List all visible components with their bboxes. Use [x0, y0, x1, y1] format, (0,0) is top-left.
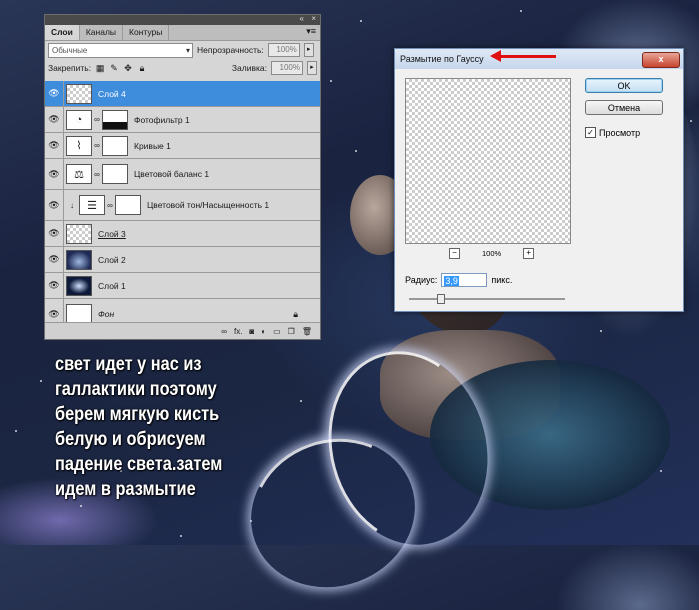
panel-tabs: Слои Каналы Контуры ▾≡: [45, 25, 320, 41]
layer-name: Фотофильтр 1: [134, 114, 190, 125]
fill-arrow-icon[interactable]: ▸: [307, 61, 317, 75]
blur-preview[interactable]: [405, 78, 571, 244]
dialog-title: Размытие по Гауссу: [400, 54, 484, 64]
layer-row-sloy2[interactable]: 👁︎ Слой 2: [45, 247, 320, 273]
mask-link-icon[interactable]: ∞: [93, 141, 101, 150]
ok-button[interactable]: OK: [585, 78, 663, 93]
radius-unit: пикс.: [491, 275, 513, 285]
layer-name: Цветовой баланс 1: [134, 169, 210, 179]
tab-paths[interactable]: Контуры: [123, 25, 170, 40]
preview-checkbox[interactable]: ✓: [585, 127, 596, 138]
lock-all-icon[interactable]: 🔒︎: [137, 63, 147, 74]
preview-label: Просмотр: [599, 127, 641, 138]
dialog-titlebar: Размытие по Гауссу x: [395, 49, 683, 69]
radius-value: 3,9: [444, 276, 459, 286]
layer-name: Слой 2: [98, 254, 126, 265]
layer-name: Кривые 1: [134, 140, 171, 151]
blend-row: Обычные Непрозрачность: 100% ▸: [45, 41, 320, 59]
lock-row: Закрепить: ▦ ✎ ✥ 🔒︎ Заливка: 100% ▸: [45, 59, 320, 77]
layer-mask-thumbnail: [102, 164, 128, 184]
opacity-input[interactable]: 100%: [267, 43, 300, 57]
layer-mask-thumbnail: [115, 195, 141, 215]
eye-icon[interactable]: 👁︎: [45, 133, 64, 158]
adjustment-icon[interactable]: ◐: [261, 327, 266, 336]
panel-bottom-toolbar: ∞ fx. ◙ ◐ ▭ ❐ 🗑︎: [45, 322, 320, 339]
layer-mask-thumbnail: [102, 135, 128, 156]
eye-icon[interactable]: 👁︎: [45, 159, 64, 189]
radius-label: Радиус:: [405, 275, 438, 285]
eye-icon[interactable]: 👁︎: [45, 221, 64, 246]
layer-name: Цветовой тон/Насыщенность 1: [147, 200, 270, 210]
lock-label: Закрепить:: [48, 63, 92, 73]
lock-icon: 🔒︎: [293, 308, 298, 319]
hue-saturation-adjustment-icon: ☰: [79, 195, 105, 215]
layer-row-sloy1[interactable]: 👁︎ Слой 1: [45, 273, 320, 299]
mask-link-icon[interactable]: ∞: [93, 170, 101, 179]
layer-thumbnail: [66, 275, 92, 296]
layer-row-photofilter[interactable]: 👁︎ ◔ ∞ Фотофильтр 1: [45, 107, 320, 133]
layer-row-sloy3[interactable]: 👁︎ Слой 3: [45, 221, 320, 247]
lock-transparency-icon[interactable]: ▦: [95, 63, 105, 74]
close-icon[interactable]: ×: [311, 14, 316, 23]
zoom-value: 100%: [482, 249, 502, 258]
mask-link-icon[interactable]: ∞: [93, 115, 101, 124]
layer-name: Слой 3: [98, 228, 126, 239]
zoom-controls: − 100% +: [449, 248, 535, 259]
layer-thumbnail: [66, 83, 92, 104]
layer-name: Слой 1: [98, 280, 126, 291]
group-icon[interactable]: ▭: [273, 327, 281, 336]
eye-icon[interactable]: 👁︎: [45, 107, 64, 132]
close-button[interactable]: x: [642, 52, 680, 68]
curves-adjustment-icon: ⌇: [66, 135, 92, 156]
eye-icon[interactable]: 👁︎: [45, 273, 64, 298]
tab-layers[interactable]: Слои: [45, 25, 80, 40]
cancel-button[interactable]: Отмена: [585, 100, 663, 115]
eye-icon[interactable]: 👁︎: [45, 247, 64, 272]
mask-icon[interactable]: ◙: [249, 327, 254, 336]
eye-icon[interactable]: 👁︎: [45, 81, 64, 106]
opacity-label: Непрозрачность:: [197, 45, 264, 55]
layer-row-sloy4[interactable]: 👁︎ Слой 4: [45, 81, 320, 107]
zoom-out-button[interactable]: −: [449, 248, 460, 259]
new-layer-icon[interactable]: ❐: [288, 327, 295, 336]
layer-row-curves[interactable]: 👁︎ ⌇ ∞ Кривые 1: [45, 133, 320, 159]
layer-mask-thumbnail: [102, 109, 128, 130]
layers-list: 👁︎ Слой 4 👁︎ ◔ ∞ Фотофильтр 1 👁︎ ⌇ ∞ Кри…: [45, 81, 320, 329]
trash-icon[interactable]: 🗑︎: [302, 327, 312, 336]
eye-icon[interactable]: 👁︎: [45, 190, 64, 220]
link-icon[interactable]: ∞: [221, 327, 227, 336]
photo-filter-adjustment-icon: ◔: [66, 109, 92, 130]
layer-row-colorbalance[interactable]: 👁︎ ⚖ ∞ Цветовой баланс 1: [45, 159, 320, 190]
layer-thumbnail: [66, 249, 92, 270]
collapse-icon[interactable]: «: [300, 14, 304, 23]
panel-topbar: « ×: [45, 14, 320, 25]
fx-icon[interactable]: fx.: [234, 327, 242, 336]
radius-input[interactable]: 3,9: [441, 273, 488, 287]
blend-mode-select[interactable]: Обычные: [48, 42, 193, 58]
opacity-arrow-icon[interactable]: ▸: [303, 43, 314, 57]
color-balance-adjustment-icon: ⚖: [66, 164, 92, 184]
slider-knob[interactable]: [437, 294, 445, 304]
mask-link-icon[interactable]: ∞: [106, 201, 114, 210]
layer-name: Слой 4: [98, 88, 126, 99]
layer-row-huesaturation[interactable]: 👁︎ ↓ ☰ ∞ Цветовой тон/Насыщенность 1: [45, 190, 320, 221]
preview-checkbox-row[interactable]: ✓ Просмотр: [585, 127, 640, 138]
clip-arrow-icon: ↓: [70, 200, 74, 210]
layer-thumbnail: [66, 223, 92, 244]
layer-thumbnail: [66, 304, 92, 324]
layer-name: Фон: [98, 309, 115, 319]
annotation-arrow: [490, 50, 556, 62]
gaussian-blur-dialog: Размытие по Гауссу x − 100% + OK Отмена …: [394, 48, 684, 312]
lock-move-icon[interactable]: ✥: [123, 63, 133, 74]
lock-brush-icon[interactable]: ✎: [109, 63, 119, 74]
tab-channels[interactable]: Каналы: [80, 25, 124, 40]
radius-row: Радиус: 3,9 пикс.: [405, 273, 512, 287]
panel-menu-icon[interactable]: ▾≡: [306, 26, 316, 37]
fill-input[interactable]: 100%: [271, 61, 303, 75]
layers-panel: « × Слои Каналы Контуры ▾≡ Обычные Непро…: [44, 14, 321, 340]
zoom-in-button[interactable]: +: [523, 248, 535, 259]
radius-slider[interactable]: [409, 294, 565, 304]
fill-label: Заливка:: [231, 63, 267, 73]
tutorial-caption: свет идет у нас из галлактики поэтому бе…: [55, 354, 223, 500]
